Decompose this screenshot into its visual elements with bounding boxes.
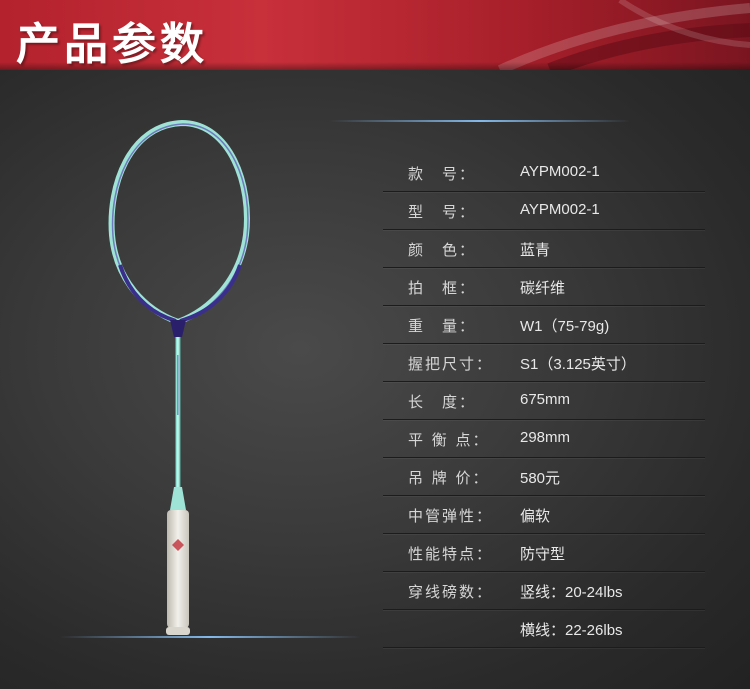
spec-table: 款 号： AYPM002-1 型 号： AYPM002-1 颜 色： 蓝青 拍 …	[383, 154, 705, 648]
spec-value: 碳纤维	[520, 280, 566, 297]
spec-value: W1（75-79g)	[520, 318, 610, 335]
spec-label: 拍 框：	[408, 279, 477, 297]
spec-value: 580元	[520, 470, 561, 487]
spec-row: 长 度： 675mm	[383, 382, 705, 420]
spec-value: 竖线：20-24lbs	[520, 584, 623, 601]
spec-label: 型 号：	[408, 203, 477, 221]
badminton-racket-image	[108, 119, 250, 635]
spec-label: 穿线磅数：	[408, 583, 494, 601]
spec-value: 蓝青	[520, 242, 551, 259]
spec-row: 型 号： AYPM002-1	[383, 192, 705, 230]
spec-row: 横线：22-26lbs	[383, 610, 705, 648]
spec-value: AYPM002-1	[520, 163, 600, 180]
spec-row: 拍 框： 碳纤维	[383, 268, 705, 306]
spec-label: 重 量：	[408, 317, 477, 335]
spec-row: 中管弹性： 偏软	[383, 496, 705, 534]
spec-label: 颜 色：	[408, 241, 477, 259]
spec-label: 性能特点：	[408, 545, 494, 563]
spec-label: 长 度：	[408, 393, 477, 411]
spec-label: 握把尺寸：	[408, 355, 494, 373]
spec-value: AYPM002-1	[520, 201, 600, 218]
header-banner: 产品参数	[0, 0, 750, 70]
spec-row: 款 号： AYPM002-1	[383, 154, 705, 192]
spec-value: 横线：22-26lbs	[520, 622, 623, 639]
spec-row: 重 量： W1（75-79g)	[383, 306, 705, 344]
spec-label: 平 衡 点：	[408, 431, 490, 449]
spec-value: S1（3.125英寸）	[520, 356, 636, 373]
spec-row: 平 衡 点： 298mm	[383, 420, 705, 458]
spec-value: 298mm	[520, 429, 571, 446]
spec-value: 偏软	[520, 508, 551, 525]
spec-row: 吊 牌 价： 580元	[383, 458, 705, 496]
top-glow-divider	[330, 120, 630, 122]
spec-label: 款 号：	[408, 165, 477, 183]
spec-row: 性能特点： 防守型	[383, 534, 705, 572]
page-title: 产品参数	[16, 19, 208, 70]
spec-row: 穿线磅数： 竖线：20-24lbs	[383, 572, 705, 610]
spec-value: 防守型	[520, 546, 566, 563]
spec-label: 中管弹性：	[408, 507, 494, 525]
spec-row: 颜 色： 蓝青	[383, 230, 705, 268]
spec-row: 握把尺寸： S1（3.125英寸）	[383, 344, 705, 382]
racket-decoration-icon	[497, 0, 750, 70]
spec-value: 675mm	[520, 391, 571, 408]
spec-label: 吊 牌 价：	[408, 469, 490, 487]
